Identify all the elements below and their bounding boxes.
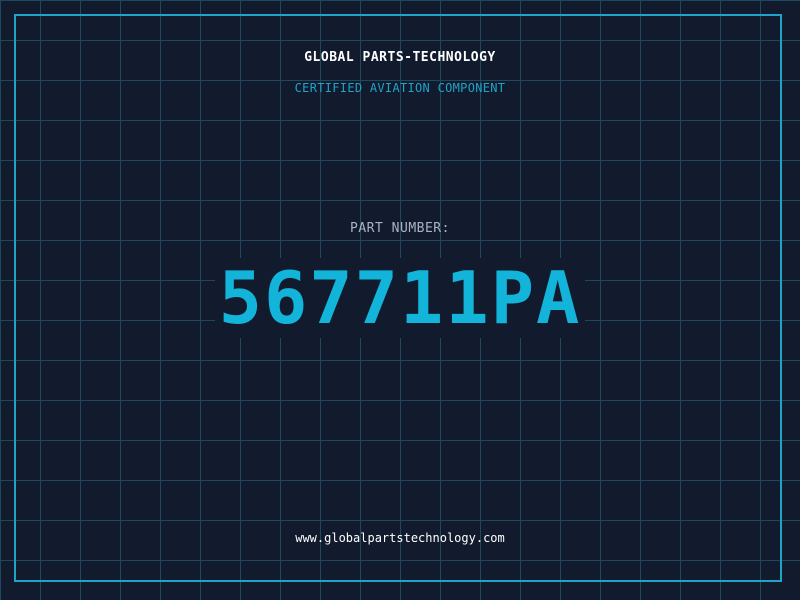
part-label-card: GLOBAL PARTS-TECHNOLOGY CERTIFIED AVIATI… — [0, 0, 800, 600]
website-url: www.globalpartstechnology.com — [295, 531, 505, 545]
part-number-label: PART NUMBER: — [350, 221, 450, 236]
company-name: GLOBAL PARTS-TECHNOLOGY — [304, 50, 496, 65]
certification-subtitle: CERTIFIED AVIATION COMPONENT — [294, 81, 506, 95]
part-number-container: 567711PA — [0, 258, 800, 338]
part-number-value: 567711PA — [214, 258, 586, 338]
